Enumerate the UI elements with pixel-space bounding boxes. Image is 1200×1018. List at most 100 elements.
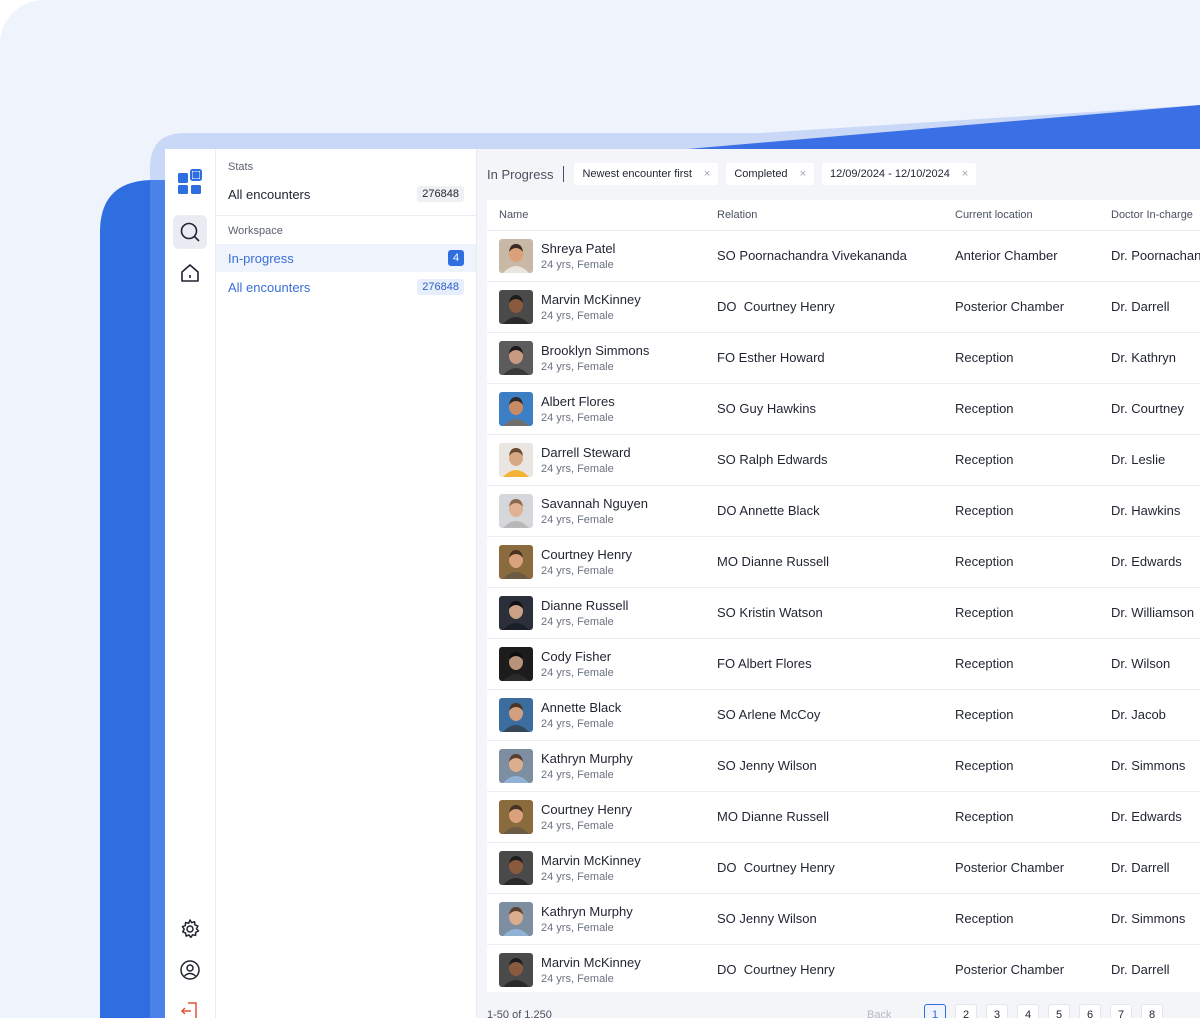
relation-cell: FO Albert Flores: [717, 656, 812, 671]
relation-cell: DO Courtney Henry: [717, 860, 835, 875]
location-cell: Reception: [955, 809, 1014, 824]
location-cell: Posterior Chamber: [955, 299, 1065, 314]
count-badge: 4: [448, 250, 464, 266]
patient-name: Marvin McKinney: [541, 955, 641, 970]
doctor-cell: Dr. Edwards: [1111, 554, 1182, 569]
close-icon[interactable]: ×: [704, 168, 710, 180]
patient-meta: 24 yrs, Female: [541, 259, 614, 271]
pagination: 1-50 of 1,250 Back 12345678: [487, 1004, 1200, 1018]
filter-chip-sort[interactable]: Newest encounter first ×: [574, 163, 719, 185]
table-row[interactable]: Brooklyn Simmons 24 yrs, Female FO Esther …: [487, 333, 1200, 384]
patient-meta: 24 yrs, Female: [541, 412, 614, 424]
relation-cell: SO Kristin Watson: [717, 605, 823, 620]
avatar: [499, 851, 533, 885]
column-header-relation[interactable]: Relation: [717, 209, 757, 221]
location-cell: Reception: [955, 707, 1014, 722]
avatar: [499, 749, 533, 783]
location-cell: Reception: [955, 911, 1014, 926]
close-icon[interactable]: ×: [962, 168, 968, 180]
sidebar-item-all-encounters[interactable]: All encounters 276848: [216, 273, 476, 301]
column-header-location[interactable]: Current location: [955, 209, 1033, 221]
doctor-cell: Dr. Simmons: [1111, 911, 1186, 926]
sidebar-divider: [216, 215, 476, 216]
page-button[interactable]: 4: [1017, 1004, 1039, 1018]
location-cell: Reception: [955, 656, 1014, 671]
location-cell: Posterior Chamber: [955, 962, 1065, 977]
column-header-doctor[interactable]: Doctor In-charge: [1111, 209, 1193, 221]
close-icon[interactable]: ×: [800, 168, 806, 180]
sidebar-item-in-progress[interactable]: In-progress 4: [216, 244, 476, 272]
count-badge: 276848: [417, 186, 464, 202]
table-row[interactable]: Kathryn Murphy 24 yrs, Female SO Jenny Wil…: [487, 894, 1200, 945]
filter-chip-label: Completed: [734, 168, 788, 180]
filter-chip-date-range[interactable]: 12/09/2024 - 12/10/2024 ×: [822, 163, 977, 185]
patient-name: Marvin McKinney: [541, 292, 641, 307]
table-row[interactable]: Annette Black 24 yrs, Female SO Arlene McC…: [487, 690, 1200, 741]
table-row[interactable]: Savannah Nguyen 24 yrs, Female DO Annette …: [487, 486, 1200, 537]
patient-name: Courtney Henry: [541, 547, 633, 562]
relation-cell: SO Ralph Edwards: [717, 452, 828, 467]
location-cell: Reception: [955, 605, 1014, 620]
table-row[interactable]: Courtney Henry 24 yrs, Female MO Dianne Ru…: [487, 537, 1200, 588]
patient-meta: 24 yrs, Female: [541, 922, 614, 934]
sidebar: Stats All encounters 276848 Workspace In…: [216, 149, 477, 1018]
relation-cell: DO Annette Black: [717, 503, 820, 518]
user-circle-icon[interactable]: [173, 953, 207, 987]
table-header: Name Relation Current location Doctor In…: [487, 200, 1200, 231]
avatar: [499, 239, 533, 273]
table-row[interactable]: Marvin McKinney 24 yrs, Female DO Courtney…: [487, 945, 1200, 992]
apps-logo-icon[interactable]: [173, 165, 207, 199]
page-button[interactable]: 3: [986, 1004, 1008, 1018]
page-button[interactable]: 6: [1079, 1004, 1101, 1018]
avatar: [499, 596, 533, 630]
patient-name: Shreya Patel: [541, 241, 616, 256]
table-row[interactable]: Courtney Henry 24 yrs, Female MO Dianne Ru…: [487, 792, 1200, 843]
filter-chip-status[interactable]: Completed ×: [726, 163, 814, 185]
page-button[interactable]: 8: [1141, 1004, 1163, 1018]
home-icon[interactable]: [173, 256, 207, 290]
page-button[interactable]: 2: [955, 1004, 977, 1018]
doctor-cell: Dr. Edwards: [1111, 809, 1182, 824]
table-row[interactable]: Albert Flores 24 yrs, Female SO Guy Hawkin…: [487, 384, 1200, 435]
table-row[interactable]: Marvin McKinney 24 yrs, Female DO Courtney…: [487, 843, 1200, 894]
table-row[interactable]: Shreya Patel 24 yrs, Female SO Poornachand…: [487, 231, 1200, 282]
pagination-info: 1-50 of 1,250: [487, 1009, 552, 1018]
patient-name: Brooklyn Simmons: [541, 343, 650, 358]
filter-chip-label: Newest encounter first: [582, 168, 692, 180]
gear-icon[interactable]: [173, 912, 207, 946]
doctor-cell: Dr. Jacob: [1111, 707, 1166, 722]
column-header-name[interactable]: Name: [499, 209, 528, 221]
doctor-cell: Dr. Williamson: [1111, 605, 1195, 620]
filter-bar: In Progress Newest encounter first × Com…: [487, 163, 984, 185]
patient-meta: 24 yrs, Female: [541, 820, 614, 832]
page-button[interactable]: 5: [1048, 1004, 1070, 1018]
doctor-cell: Dr. Kathryn: [1111, 350, 1177, 365]
doctor-cell: Dr. Darrell: [1111, 962, 1170, 977]
relation-cell: DO Courtney Henry: [717, 299, 835, 314]
sidebar-item-stats-all-encounters[interactable]: All encounters 276848: [216, 180, 476, 208]
patient-meta: 24 yrs, Female: [541, 718, 614, 730]
logout-icon[interactable]: [173, 994, 207, 1018]
table-row[interactable]: Darrell Steward 24 yrs, Female SO Ralph Ed…: [487, 435, 1200, 486]
relation-cell: SO Poornachandra Vivekananda: [717, 248, 907, 263]
doctor-cell: Dr. Poornachandra: [1111, 248, 1200, 263]
avatar: [499, 953, 533, 987]
doctor-cell: Dr. Wilson: [1111, 656, 1171, 671]
relation-cell: FO Esther Howard: [717, 350, 825, 365]
filter-separator: [563, 166, 565, 182]
avatar: [499, 698, 533, 732]
search-icon[interactable]: [173, 215, 207, 249]
table-row[interactable]: Cody Fisher 24 yrs, Female FO Albert Flore…: [487, 639, 1200, 690]
table-row[interactable]: Kathryn Murphy 24 yrs, Female SO Jenny Wil…: [487, 741, 1200, 792]
pagination-back[interactable]: Back: [867, 1009, 891, 1018]
avatar: [499, 647, 533, 681]
stats-section-label: Stats: [228, 161, 254, 173]
table-row[interactable]: Marvin McKinney 24 yrs, Female DO Courtney…: [487, 282, 1200, 333]
page-button[interactable]: 1: [924, 1004, 946, 1018]
patient-meta: 24 yrs, Female: [541, 871, 614, 883]
patient-name: Kathryn Murphy: [541, 904, 633, 919]
table-row[interactable]: Dianne Russell 24 yrs, Female SO Kristin W…: [487, 588, 1200, 639]
page-button[interactable]: 7: [1110, 1004, 1132, 1018]
avatar: [499, 545, 533, 579]
doctor-cell: Dr. Simmons: [1111, 758, 1186, 773]
